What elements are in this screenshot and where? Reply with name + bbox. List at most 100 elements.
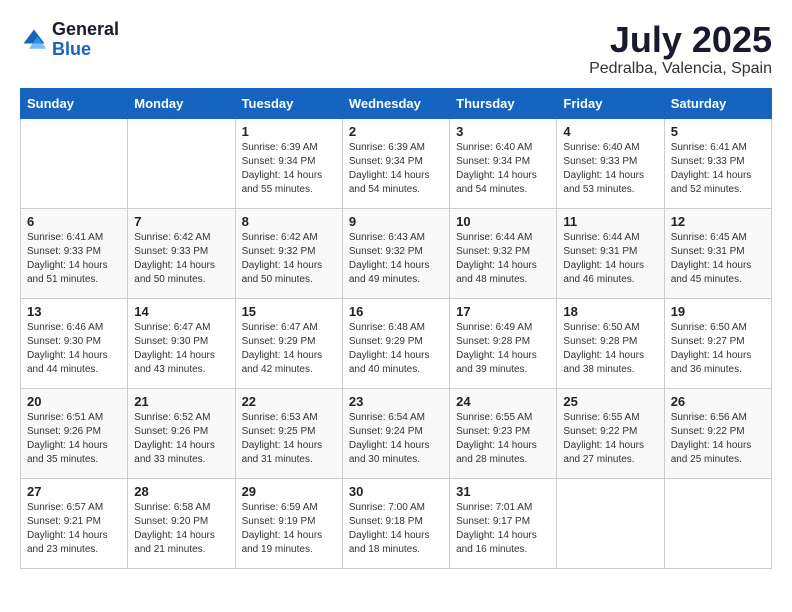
day-number: 6: [27, 214, 121, 229]
day-info: Sunrise: 6:44 AM Sunset: 9:32 PM Dayligh…: [456, 231, 550, 287]
day-number: 25: [563, 394, 657, 409]
day-number: 8: [242, 214, 336, 229]
table-row: 26Sunrise: 6:56 AM Sunset: 9:22 PM Dayli…: [664, 388, 771, 478]
table-row: 23 Sunrise: 6:54 AM Sunset: 9:24 PM Dayli…: [342, 388, 449, 478]
table-row: 2 Sunrise: 6:39 AM Sunset: 9:34 PM Daylig…: [342, 118, 449, 208]
day-info: Sunrise: 7:00 AM Sunset: 9:18 PM Dayligh…: [349, 501, 443, 557]
day-number: 16: [349, 304, 443, 319]
table-row: 4 Sunrise: 6:40 AM Sunset: 9:33 PM Daylig…: [557, 118, 664, 208]
day-info: Sunrise: 6:59 AM Sunset: 9:19 PM Dayligh…: [242, 501, 336, 557]
day-info: Sunrise: 6:39 AM Sunset: 9:34 PM Dayligh…: [349, 141, 443, 197]
table-row: 10Sunrise: 6:44 AM Sunset: 9:32 PM Dayli…: [450, 208, 557, 298]
header-thursday: Thursday: [450, 88, 557, 118]
table-row: [21, 118, 128, 208]
table-row: 20 Sunrise: 6:51 AM Sunset: 9:26 PM Dayli…: [21, 388, 128, 478]
table-row: 6 Sunrise: 6:41 AM Sunset: 9:33 PM Daylig…: [21, 208, 128, 298]
week-row-5: 27Sunrise: 6:57 AM Sunset: 9:21 PM Dayli…: [21, 478, 772, 568]
table-row: 12 Sunrise: 6:45 AM Sunset: 9:31 PM Dayli…: [664, 208, 771, 298]
day-number: 21: [134, 394, 228, 409]
day-number: 12: [671, 214, 765, 229]
table-row: 17 Sunrise: 6:49 AM Sunset: 9:28 PM Dayli…: [450, 298, 557, 388]
week-row-3: 13Sunrise: 6:46 AM Sunset: 9:30 PM Dayli…: [21, 298, 772, 388]
logo-icon: [20, 26, 48, 54]
page-header: General Blue July 2025 Pedralba, Valenci…: [20, 20, 772, 78]
day-number: 2: [349, 124, 443, 139]
day-number: 11: [563, 214, 657, 229]
day-info: Sunrise: 6:48 AM Sunset: 9:29 PM Dayligh…: [349, 321, 443, 377]
day-info: Sunrise: 6:58 AM Sunset: 9:20 PM Dayligh…: [134, 501, 228, 557]
day-number: 14: [134, 304, 228, 319]
table-row: 11 Sunrise: 6:44 AM Sunset: 9:31 PM Dayli…: [557, 208, 664, 298]
header-friday: Friday: [557, 88, 664, 118]
logo: General Blue: [20, 20, 119, 60]
day-info: Sunrise: 6:40 AM Sunset: 9:34 PM Dayligh…: [456, 141, 550, 197]
table-row: 8 Sunrise: 6:42 AM Sunset: 9:32 PM Daylig…: [235, 208, 342, 298]
table-row: 14Sunrise: 6:47 AM Sunset: 9:30 PM Dayli…: [128, 298, 235, 388]
day-number: 22: [242, 394, 336, 409]
day-info: Sunrise: 6:50 AM Sunset: 9:27 PM Dayligh…: [671, 321, 765, 377]
table-row: 5 Sunrise: 6:41 AM Sunset: 9:33 PM Daylig…: [664, 118, 771, 208]
day-info: Sunrise: 6:41 AM Sunset: 9:33 PM Dayligh…: [671, 141, 765, 197]
day-info: Sunrise: 7:01 AM Sunset: 9:17 PM Dayligh…: [456, 501, 550, 557]
table-row: 27Sunrise: 6:57 AM Sunset: 9:21 PM Dayli…: [21, 478, 128, 568]
location: Pedralba, Valencia, Spain: [589, 60, 772, 78]
table-row: 9 Sunrise: 6:43 AM Sunset: 9:32 PM Daylig…: [342, 208, 449, 298]
table-row: 15Sunrise: 6:47 AM Sunset: 9:29 PM Dayli…: [235, 298, 342, 388]
weekday-header-row: Sunday Monday Tuesday Wednesday Thursday…: [21, 88, 772, 118]
table-row: 30Sunrise: 7:00 AM Sunset: 9:18 PM Dayli…: [342, 478, 449, 568]
logo-text: General Blue: [52, 20, 119, 60]
day-info: Sunrise: 6:40 AM Sunset: 9:33 PM Dayligh…: [563, 141, 657, 197]
day-info: Sunrise: 6:42 AM Sunset: 9:32 PM Dayligh…: [242, 231, 336, 287]
day-number: 9: [349, 214, 443, 229]
table-row: 25 Sunrise: 6:55 AM Sunset: 9:22 PM Dayli…: [557, 388, 664, 478]
table-row: 1Sunrise: 6:39 AM Sunset: 9:34 PM Daylig…: [235, 118, 342, 208]
day-number: 23: [349, 394, 443, 409]
day-info: Sunrise: 6:42 AM Sunset: 9:33 PM Dayligh…: [134, 231, 228, 287]
table-row: 22 Sunrise: 6:53 AM Sunset: 9:25 PM Dayli…: [235, 388, 342, 478]
day-number: 18: [563, 304, 657, 319]
week-row-1: 1Sunrise: 6:39 AM Sunset: 9:34 PM Daylig…: [21, 118, 772, 208]
table-row: 7 Sunrise: 6:42 AM Sunset: 9:33 PM Daylig…: [128, 208, 235, 298]
day-info: Sunrise: 6:45 AM Sunset: 9:31 PM Dayligh…: [671, 231, 765, 287]
title-block: July 2025 Pedralba, Valencia, Spain: [589, 20, 772, 78]
day-info: Sunrise: 6:43 AM Sunset: 9:32 PM Dayligh…: [349, 231, 443, 287]
table-row: 24Sunrise: 6:55 AM Sunset: 9:23 PM Dayli…: [450, 388, 557, 478]
day-info: Sunrise: 6:55 AM Sunset: 9:22 PM Dayligh…: [563, 411, 657, 467]
table-row: 21Sunrise: 6:52 AM Sunset: 9:26 PM Dayli…: [128, 388, 235, 478]
day-info: Sunrise: 6:49 AM Sunset: 9:28 PM Dayligh…: [456, 321, 550, 377]
day-info: Sunrise: 6:50 AM Sunset: 9:28 PM Dayligh…: [563, 321, 657, 377]
day-number: 28: [134, 484, 228, 499]
day-number: 26: [671, 394, 765, 409]
month-year: July 2025: [589, 20, 772, 60]
table-row: [664, 478, 771, 568]
day-info: Sunrise: 6:54 AM Sunset: 9:24 PM Dayligh…: [349, 411, 443, 467]
day-number: 3: [456, 124, 550, 139]
day-info: Sunrise: 6:53 AM Sunset: 9:25 PM Dayligh…: [242, 411, 336, 467]
header-saturday: Saturday: [664, 88, 771, 118]
table-row: [557, 478, 664, 568]
day-number: 4: [563, 124, 657, 139]
table-row: 28 Sunrise: 6:58 AM Sunset: 9:20 PM Dayli…: [128, 478, 235, 568]
day-info: Sunrise: 6:41 AM Sunset: 9:33 PM Dayligh…: [27, 231, 121, 287]
day-number: 17: [456, 304, 550, 319]
day-number: 7: [134, 214, 228, 229]
day-info: Sunrise: 6:51 AM Sunset: 9:26 PM Dayligh…: [27, 411, 121, 467]
day-number: 31: [456, 484, 550, 499]
day-number: 20: [27, 394, 121, 409]
table-row: 13Sunrise: 6:46 AM Sunset: 9:30 PM Dayli…: [21, 298, 128, 388]
day-number: 24: [456, 394, 550, 409]
day-info: Sunrise: 6:44 AM Sunset: 9:31 PM Dayligh…: [563, 231, 657, 287]
day-number: 5: [671, 124, 765, 139]
day-number: 27: [27, 484, 121, 499]
day-number: 29: [242, 484, 336, 499]
table-row: 19 Sunrise: 6:50 AM Sunset: 9:27 PM Dayli…: [664, 298, 771, 388]
day-number: 19: [671, 304, 765, 319]
header-sunday: Sunday: [21, 88, 128, 118]
header-tuesday: Tuesday: [235, 88, 342, 118]
header-monday: Monday: [128, 88, 235, 118]
table-row: [128, 118, 235, 208]
calendar: Sunday Monday Tuesday Wednesday Thursday…: [20, 88, 772, 569]
day-number: 15: [242, 304, 336, 319]
table-row: 29 Sunrise: 6:59 AM Sunset: 9:19 PM Dayli…: [235, 478, 342, 568]
day-info: Sunrise: 6:39 AM Sunset: 9:34 PM Dayligh…: [242, 141, 336, 197]
